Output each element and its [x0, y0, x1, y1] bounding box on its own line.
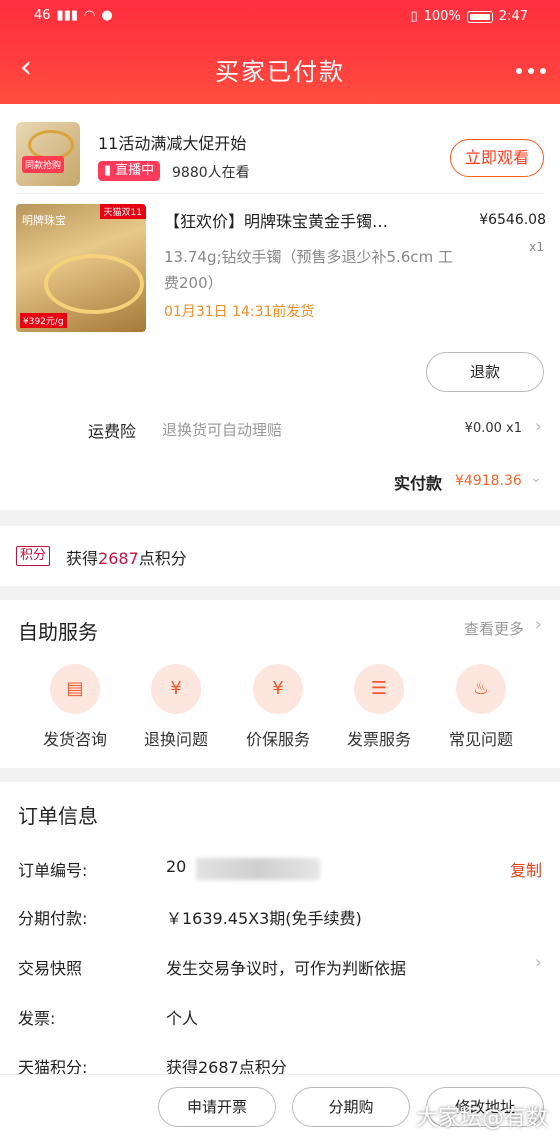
price-protect-icon: ¥	[253, 664, 303, 714]
truck-icon: ▤	[50, 664, 100, 714]
paid-label: 实付款	[394, 474, 443, 493]
points-amount: 2687	[98, 549, 139, 568]
order-no-value: 20	[166, 857, 187, 876]
chevron-right-icon[interactable]: ›	[535, 952, 542, 973]
service-label: 常见问题	[448, 730, 513, 749]
service-faq[interactable]: ♨ 常见问题	[436, 664, 526, 750]
status-left: 46 ▮▮▮ ◠ ●	[34, 8, 113, 23]
chevron-right-icon[interactable]: ›	[535, 614, 542, 635]
watch-now-button[interactable]: 立即观看	[450, 139, 544, 177]
status-bar: 46 ▮▮▮ ◠ ● ▯ 100% 2:47	[0, 0, 560, 34]
live-badge: ▮ 直播中	[98, 161, 161, 181]
refund-button[interactable]: 退款	[426, 352, 544, 392]
wifi-icon: ◠	[84, 8, 96, 23]
divider	[16, 193, 544, 194]
nav-bar: ‹ 买家已付款	[0, 38, 560, 98]
live-bars-icon: ▮	[104, 163, 112, 178]
product-image-brand: 明牌珠宝	[22, 214, 66, 227]
service-invoice[interactable]: ☰ 发票服务	[334, 664, 424, 750]
signal-bars-icon: ▮▮▮	[56, 8, 79, 23]
service-label: 发票服务	[346, 730, 411, 749]
order-info-title: 订单信息	[18, 804, 98, 828]
paid-value: ¥4918.36	[455, 473, 522, 489]
bangle-image	[44, 254, 144, 314]
product-title[interactable]: 【狂欢价】明牌珠宝黄金手镯…	[164, 208, 454, 232]
status-right: ▯ 100% 2:47	[410, 9, 528, 24]
watermark: 大家坛@有数	[415, 1106, 548, 1131]
service-label: 退换问题	[143, 730, 208, 749]
refund-icon: ¥	[151, 664, 201, 714]
order-no-redacted	[196, 858, 320, 880]
service-label: 价保服务	[245, 730, 310, 749]
live-viewers: 9880人在看	[172, 165, 250, 181]
vibrate-icon: ▯	[410, 9, 418, 24]
order-no-label: 订单编号:	[18, 861, 88, 880]
chevron-right-icon[interactable]: ›	[535, 416, 542, 437]
product-image[interactable]: 明牌珠宝 天猫双11 ¥392元/g	[16, 204, 146, 332]
service-price-protect[interactable]: ¥ 价保服务	[233, 664, 323, 750]
points-suffix: 点积分	[138, 549, 187, 568]
invoice-value: 个人	[166, 1009, 199, 1028]
message-icon: ●	[101, 8, 113, 23]
signal-icon: 46	[34, 8, 51, 23]
fire-icon: ♨	[456, 664, 506, 714]
apply-invoice-button[interactable]: 申请开票	[158, 1087, 276, 1127]
product-price: ¥6546.08	[479, 212, 546, 228]
installment-label: 分期付款:	[18, 909, 88, 928]
product-quantity: x1	[529, 240, 544, 254]
insurance-price: ¥0.00 x1	[464, 421, 522, 436]
invoice-label: 发票:	[18, 1009, 56, 1028]
snapshot-value[interactable]: 发生交易争议时，可作为判断依据	[166, 955, 406, 979]
points-text: 获得2687点积分	[66, 545, 187, 569]
snapshot-label[interactable]: 交易快照	[18, 955, 82, 979]
more-options-icon[interactable]	[516, 68, 546, 74]
view-more-link[interactable]: 查看更多	[464, 618, 524, 639]
battery-percent: 100%	[423, 9, 461, 24]
installment-button[interactable]: 分期购	[292, 1087, 410, 1127]
service-refund-issue[interactable]: ¥ 退换问题	[131, 664, 221, 750]
clock: 2:47	[498, 9, 528, 24]
product-image-price: ¥392元/g	[20, 313, 67, 328]
insurance-desc: 退换货可自动理赔	[162, 421, 283, 439]
copy-button[interactable]: 复制	[510, 857, 542, 881]
points-prefix: 获得	[66, 549, 99, 568]
header: 46 ▮▮▮ ◠ ● ▯ 100% 2:47 ‹ 买家已付款	[0, 0, 560, 104]
live-thumb-tag: 同款抢购	[22, 156, 65, 173]
live-badge-label: 直播中	[115, 163, 155, 178]
service-shipping-inquiry[interactable]: ▤ 发货咨询	[30, 664, 120, 750]
points-tag: 积分	[16, 546, 51, 566]
installment-value: ￥1639.45X3期(免手续费)	[166, 909, 362, 928]
tmall-badge: 天猫双11	[99, 204, 146, 219]
product-spec: 13.74g;钻纹手镯（预售多退少补5.6cm 工费200）	[164, 248, 454, 292]
page-title: 买家已付款	[215, 58, 345, 86]
self-service-title: 自助服务	[18, 620, 98, 644]
live-title[interactable]: 11活动满减大促开始	[98, 130, 246, 154]
chevron-down-icon[interactable]: ⌄	[530, 470, 542, 486]
live-thumbnail[interactable]: 同款抢购	[16, 122, 80, 186]
insurance-label: 运费险	[88, 422, 137, 441]
battery-icon	[466, 10, 493, 23]
invoice-icon: ☰	[354, 664, 404, 714]
service-label: 发货咨询	[42, 730, 107, 749]
ship-time: 01月31日 14:31前发货	[164, 304, 315, 320]
